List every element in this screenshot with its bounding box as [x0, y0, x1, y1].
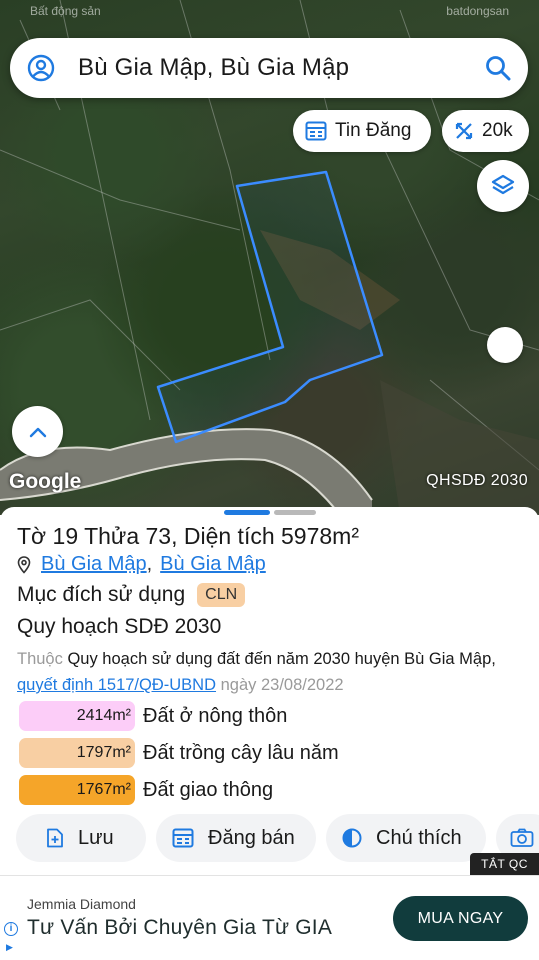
land-use-area: 1767m²	[19, 775, 135, 805]
ad-play-icon: ▶	[6, 942, 13, 952]
parcel-outline	[156, 170, 384, 444]
land-use-label: Đất trồng cây lâu năm	[143, 741, 339, 764]
plan-date: ngày 23/08/2022	[216, 676, 344, 694]
expand-button[interactable]	[12, 406, 63, 457]
sheet-handle[interactable]	[274, 510, 316, 515]
post-for-sale-button[interactable]: Đăng bán	[156, 814, 316, 862]
user-icon[interactable]	[26, 53, 56, 83]
parcel-info-sheet: Tờ 19 Thửa 73, Diện tích 5978m² Bù Gia M…	[0, 507, 539, 875]
status-left: Bất động sản	[30, 4, 101, 18]
land-use-area: 2414m²	[19, 701, 135, 731]
save-button[interactable]: Lưu	[16, 814, 146, 862]
listing-icon	[305, 121, 327, 141]
save-label: Lưu	[78, 826, 114, 849]
plan-text: Quy hoạch sử dụng đất đến năm 2030 huyện…	[62, 650, 496, 668]
land-use-area: 1797m²	[19, 738, 135, 768]
close-ads-button[interactable]: TẮT QC	[470, 853, 539, 875]
land-use-row: 1767m² Đất giao thông	[19, 775, 273, 805]
plan-prefix: Thuộc	[17, 650, 63, 668]
scale-icon	[455, 122, 473, 140]
ad-cta-button[interactable]: MUA NGAY	[393, 896, 528, 941]
parcel-title: Tờ 19 Thửa 73, Diện tích 5978m²	[17, 523, 360, 549]
map-layer-label: QHSDĐ 2030	[426, 472, 528, 489]
satellite-map[interactable]: Bất động sản batdongsan Bù Gia Mập, Bù G…	[0, 0, 539, 515]
ad-banner[interactable]: i ▶ Jemmia Diamond Tư Vấn Bởi Chuyên Gia…	[0, 875, 539, 960]
land-use-row: 2414m² Đất ở nông thôn	[19, 701, 287, 731]
contrast-icon	[342, 828, 362, 848]
purpose-label: Mục đích sử dụng	[17, 583, 186, 606]
legend-label: Chú thích	[376, 826, 462, 849]
search-bar[interactable]: Bù Gia Mập, Bù Gia Mập	[10, 38, 528, 98]
post-label: Đăng bán	[208, 826, 295, 849]
layers-icon	[491, 174, 515, 195]
land-use-label: Đất giao thông	[143, 778, 274, 801]
listings-label: Tin Đăng	[335, 120, 412, 141]
land-purpose: Mục đích sử dụng CLN	[17, 583, 246, 607]
search-icon[interactable]	[484, 54, 512, 82]
status-bar: Bất động sản batdongsan	[0, 0, 539, 22]
listing-icon	[172, 828, 194, 848]
status-right: batdongsan	[446, 4, 509, 18]
listings-toggle-button[interactable]: Tin Đăng	[293, 110, 431, 152]
layers-button[interactable]	[477, 160, 529, 212]
location-separator: ,	[146, 553, 153, 575]
camera-icon	[510, 828, 534, 847]
plan-description: Thuộc Quy hoạch sử dụng đất đến năm 2030…	[17, 646, 517, 698]
purpose-code-badge: CLN	[197, 583, 246, 607]
commune-link[interactable]: Bù Gia Mập	[41, 553, 147, 576]
ad-brand: Jemmia Diamond	[27, 896, 136, 912]
legend-button[interactable]: Chú thích	[326, 814, 486, 862]
parcel-location: Bù Gia Mập , Bù Gia Mập	[17, 553, 266, 576]
decision-link[interactable]: quyết định 1517/QĐ-UBND	[17, 676, 216, 694]
chevron-up-icon	[29, 427, 46, 437]
district-link[interactable]: Bù Gia Mập	[160, 553, 266, 576]
location-pin-icon	[17, 555, 31, 574]
land-use-label: Đất ở nông thôn	[143, 704, 288, 727]
location-button[interactable]	[487, 327, 523, 363]
save-file-icon	[47, 828, 63, 848]
ad-headline[interactable]: Tư Vấn Bởi Chuyên Gia Từ GIA	[27, 916, 332, 940]
app-screen: Bất động sản batdongsan Bù Gia Mập, Bù G…	[0, 0, 539, 960]
action-bar: Lưu Đăng bán Chú thích	[0, 814, 539, 864]
sheet-handle-active[interactable]	[224, 510, 270, 515]
search-query[interactable]: Bù Gia Mập, Bù Gia Mập	[78, 54, 484, 82]
scale-button[interactable]: 20k	[442, 110, 529, 152]
google-logo: Google	[9, 470, 82, 493]
plan-title: Quy hoạch SDĐ 2030	[17, 615, 222, 638]
scale-label: 20k	[482, 120, 513, 141]
ad-info-icon[interactable]: i	[4, 922, 18, 936]
land-use-row: 1797m² Đất trồng cây lâu năm	[19, 738, 339, 768]
